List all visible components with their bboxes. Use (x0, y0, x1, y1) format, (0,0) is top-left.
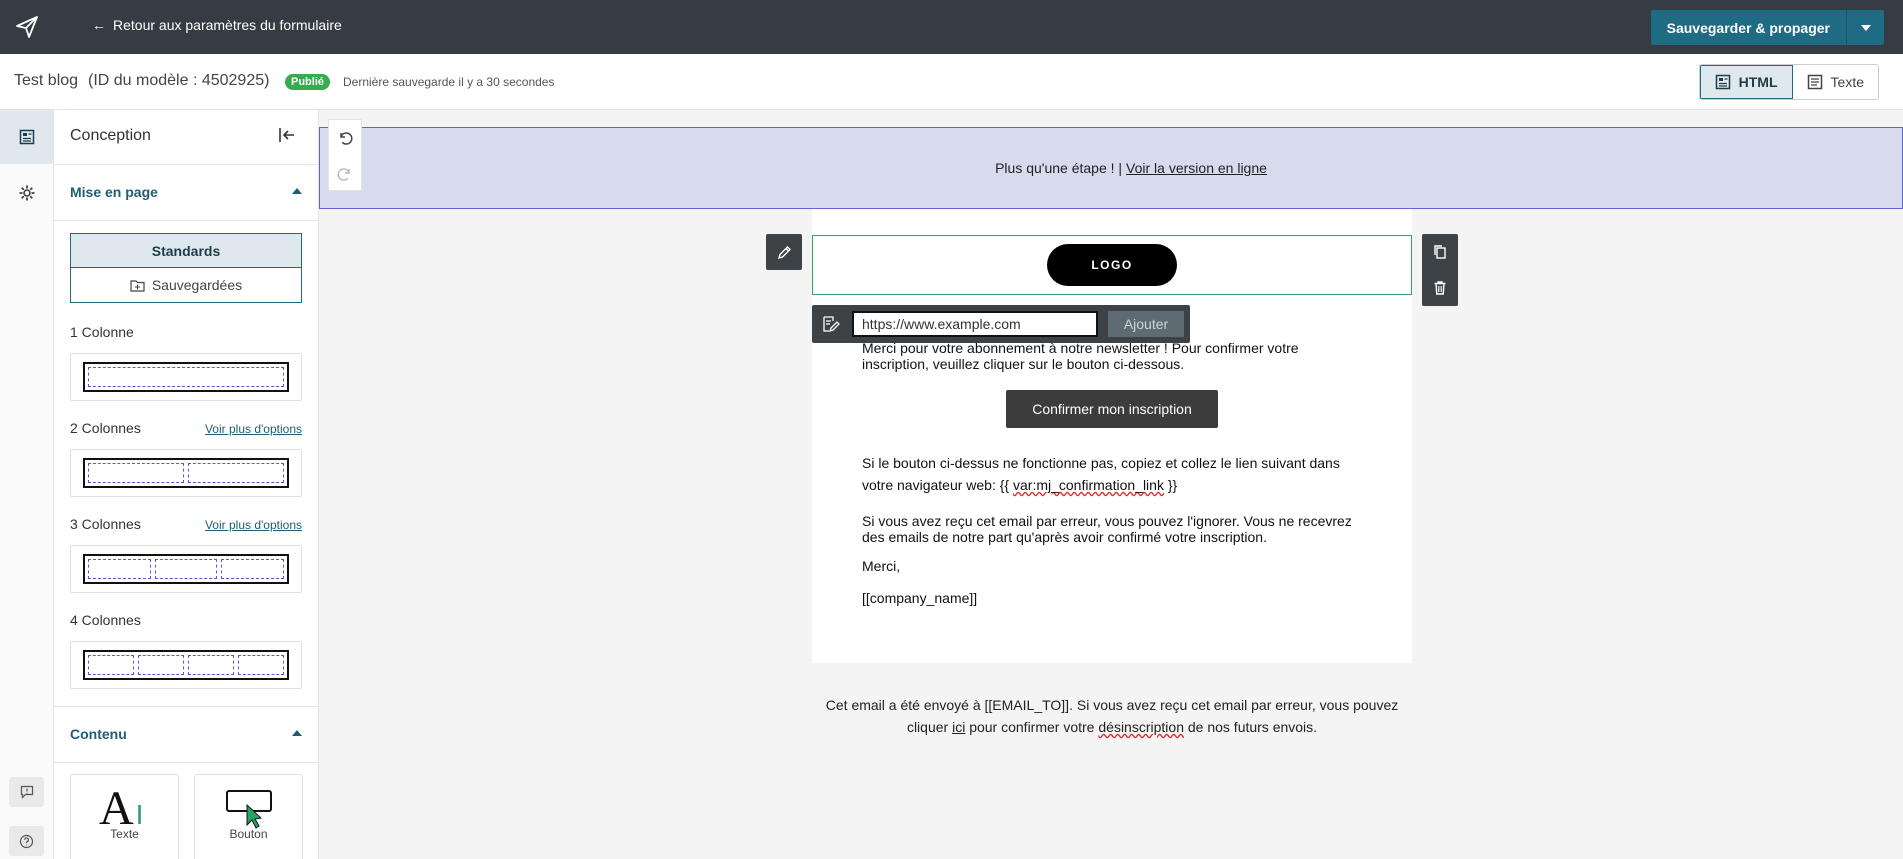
fallback-text-end: }} (1163, 477, 1178, 493)
top-bar: ← Retour aux paramètres du formulaire Sa… (0, 0, 1903, 54)
view-text-button[interactable]: Texte (1792, 65, 1878, 99)
tile-button-label: Bouton (229, 827, 268, 841)
template-name[interactable]: Test blog (14, 72, 78, 90)
html-view-icon (1715, 74, 1730, 90)
content-tile-button[interactable]: Bouton (194, 774, 303, 859)
help-button[interactable] (9, 826, 44, 856)
layout-four-columns[interactable] (70, 641, 302, 689)
divider (54, 164, 318, 165)
tab-saved-layouts[interactable]: Sauvegardées (70, 268, 302, 303)
feedback-button[interactable] (9, 777, 44, 807)
footer-text-end: de nos futurs envois. (1183, 719, 1318, 735)
one-column-label: 1 Colonne (70, 324, 134, 340)
status-badge: Publié (285, 74, 331, 90)
layout-one-column[interactable] (70, 353, 302, 401)
folder-icon (130, 279, 145, 292)
view-online-link[interactable]: Voir la version en ligne (1126, 160, 1267, 176)
thanks-text[interactable]: Merci, (862, 558, 1352, 574)
view-text-label: Texte (1830, 74, 1864, 90)
divider (54, 762, 318, 763)
email-footer[interactable]: Cet email a été envoyé à [[EMAIL_TO]]. S… (812, 694, 1412, 738)
three-columns-more-options-link[interactable]: Voir plus d'options (205, 518, 302, 532)
layout-three-columns[interactable] (70, 545, 302, 593)
trash-icon (1434, 281, 1446, 295)
redo-icon (337, 168, 350, 181)
divider (54, 220, 318, 221)
intro-paragraph[interactable]: Merci pour votre abonnement à notre news… (862, 340, 1352, 372)
copy-icon (1434, 245, 1446, 259)
duplicate-section-button[interactable] (1422, 234, 1458, 270)
two-columns-more-options-link[interactable]: Voir plus d'options (205, 422, 302, 436)
last-saved-text: Dernière sauvegarde il y a 30 secondes (343, 75, 555, 89)
view-html-button[interactable]: HTML (1699, 65, 1793, 99)
company-name-text[interactable]: [[company_name]] (862, 590, 1352, 606)
arrow-left-icon: ← (92, 17, 106, 33)
save-options-dropdown[interactable] (1846, 10, 1884, 45)
pencil-icon (777, 245, 791, 259)
four-columns-label: 4 Colonnes (70, 612, 141, 628)
collapse-panel-icon[interactable] (278, 127, 296, 148)
brand-logo-icon[interactable] (0, 0, 54, 54)
confirmation-link-variable: var:mj_confirmation_link (1013, 477, 1164, 493)
undo-button[interactable] (329, 120, 361, 156)
layout-two-columns[interactable] (70, 449, 302, 497)
tab-standard-label: Standards (151, 242, 221, 259)
back-to-form-settings-link[interactable]: ← Retour aux paramètres du formulaire (92, 17, 342, 33)
caret-down-icon (1860, 24, 1871, 31)
add-link-button[interactable]: Ajouter (1108, 311, 1184, 337)
edit-link-icon (823, 316, 840, 333)
link-url-input[interactable] (852, 311, 1098, 337)
content-section-header[interactable]: Contenu (70, 726, 127, 742)
tile-text-label: Texte (110, 827, 139, 841)
history-controls (328, 119, 362, 191)
undo-icon (340, 132, 353, 145)
divider (54, 706, 318, 707)
tab-standard-layouts[interactable]: Standards (70, 233, 302, 268)
layout-icon (19, 129, 35, 145)
design-panel: Conception Mise en page Standards Sauveg… (54, 110, 319, 859)
layout-section-header[interactable]: Mise en page (70, 184, 158, 200)
caret-up-icon[interactable] (292, 188, 302, 194)
text-view-icon (1807, 74, 1822, 90)
footer-text-middle: pour confirmer votre (965, 719, 1099, 735)
save-button-group: Sauvegarder & propager (1650, 10, 1884, 45)
content-tile-text[interactable]: AI Texte (70, 774, 179, 859)
preheader-text: Plus qu'une étape ! | (995, 160, 1123, 176)
view-toggle: HTML Texte (1698, 64, 1879, 100)
logo-section[interactable]: LOGO (812, 235, 1412, 295)
unsubscribe-word: désinscription (1098, 719, 1184, 735)
preheader-section[interactable]: Plus qu'une étape ! | Voir la version en… (319, 127, 1903, 209)
two-columns-label: 2 Colonnes (70, 420, 141, 436)
link-url-toolbar: Ajouter (812, 305, 1190, 343)
tab-saved-label: Sauvegardées (151, 277, 243, 293)
gear-icon (19, 185, 35, 201)
edit-section-button[interactable] (766, 234, 802, 270)
feedback-icon (20, 785, 33, 799)
back-link-label: Retour aux paramètres du formulaire (113, 17, 342, 33)
delete-section-button[interactable] (1422, 270, 1458, 306)
section-tools (1422, 234, 1458, 306)
unsubscribe-here-link[interactable]: ici (952, 719, 965, 735)
confirm-subscription-button[interactable]: Confirmer mon inscription (1006, 390, 1218, 428)
three-columns-label: 3 Colonnes (70, 516, 141, 532)
ignore-paragraph[interactable]: Si vous avez reçu cet email par erreur, … (862, 513, 1352, 545)
left-rail (0, 110, 54, 859)
design-panel-tab[interactable] (0, 110, 54, 164)
fallback-link-paragraph[interactable]: Si le bouton ci-dessus ne fonctionne pas… (862, 452, 1352, 496)
logo-image[interactable]: LOGO (1047, 244, 1177, 286)
help-icon (19, 834, 34, 848)
button-block-icon (226, 790, 272, 829)
panel-title: Conception (70, 127, 151, 144)
settings-panel-tab[interactable] (0, 166, 54, 220)
template-header: Test blog (ID du modèle : 4502925) Publi… (0, 54, 1903, 110)
view-html-label: HTML (1738, 74, 1778, 90)
caret-up-icon[interactable] (292, 730, 302, 736)
save-and-propagate-button[interactable]: Sauvegarder & propager (1650, 10, 1846, 45)
template-id: (ID du modèle : 4502925) (88, 72, 270, 89)
redo-button[interactable] (329, 156, 361, 192)
